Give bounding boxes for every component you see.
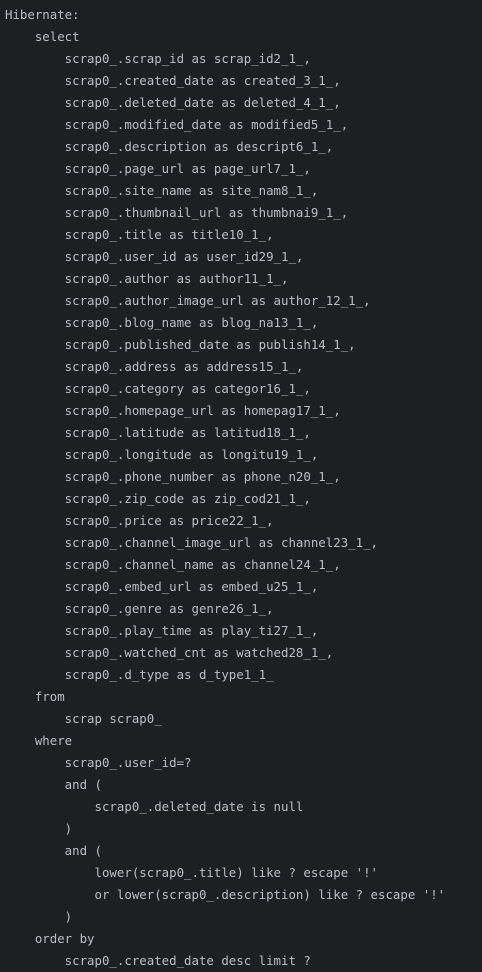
console-line: scrap0_.description as descript6_1_, [5, 139, 334, 154]
console-line: scrap0_.play_time as play_ti27_1_, [5, 623, 319, 638]
console-line: scrap0_.user_id as user_id29_1_, [5, 249, 304, 264]
console-line: where [5, 733, 73, 748]
console-line: scrap0_.deleted_date as deleted_4_1_, [5, 95, 341, 110]
console-line: scrap0_.title as title10_1_, [5, 227, 274, 242]
console-line: ) [5, 821, 80, 836]
console-line: and ( [5, 843, 102, 858]
console-line: Hibernate: [5, 7, 88, 22]
console-line: scrap0_.phone_number as phone_n20_1_, [5, 469, 341, 484]
console-line: scrap0_.scrap_id as scrap_id2_1_, [5, 51, 311, 66]
console-line: select [5, 29, 80, 44]
console-line: scrap0_.category as categor16_1_, [5, 381, 311, 396]
console-line: scrap0_.created_date as created_3_1_, [5, 73, 341, 88]
console-line: lower(scrap0_.title) like ? escape '!' [5, 865, 386, 880]
console-line: order by [5, 931, 95, 946]
console-line: and ( [5, 777, 102, 792]
console-line: scrap0_.channel_image_url as channel23_1… [5, 535, 378, 550]
console-line: scrap0_.author as author11_1_, [5, 271, 289, 286]
console-line: ) [5, 909, 80, 924]
console-output: Hibernate: select scrap0_.scrap_id as sc… [0, 0, 482, 970]
console-line: scrap0_.thumbnail_url as thumbnai9_1_, [5, 205, 349, 220]
console-line: scrap0_.deleted_date is null [5, 799, 304, 814]
console-line: scrap0_.modified_date as modified5_1_, [5, 117, 349, 132]
console-line: scrap0_.watched_cnt as watched28_1_, [5, 645, 334, 660]
console-line: scrap0_.genre as genre26_1_, [5, 601, 274, 616]
console-line: scrap0_.channel_name as channel24_1_, [5, 557, 341, 572]
console-line: scrap0_.user_id=? [5, 755, 199, 770]
console-line: from [5, 689, 65, 704]
console-line: scrap0_.d_type as d_type1_1_ [5, 667, 282, 682]
console-line: scrap0_.price as price22_1_, [5, 513, 274, 528]
console-line: scrap0_.homepage_url as homepag17_1_, [5, 403, 341, 418]
console-line: scrap0_.zip_code as zip_cod21_1_, [5, 491, 311, 506]
console-line: scrap0_.embed_url as embed_u25_1_, [5, 579, 319, 594]
console-line: scrap0_.created_date desc limit ? [5, 953, 311, 968]
console-line: scrap0_.author_image_url as author_12_1_… [5, 293, 371, 308]
console-line: scrap0_.address as address15_1_, [5, 359, 304, 374]
console-line: or lower(scrap0_.description) like ? esc… [5, 887, 446, 902]
console-line: scrap0_.published_date as publish14_1_, [5, 337, 356, 352]
console-line: scrap0_.page_url as page_url7_1_, [5, 161, 311, 176]
console-line: scrap0_.blog_name as blog_na13_1_, [5, 315, 319, 330]
console-line: scrap scrap0_ [5, 711, 170, 726]
console-line: scrap0_.site_name as site_nam8_1_, [5, 183, 319, 198]
console-line: scrap0_.longitude as longitu19_1_, [5, 447, 319, 462]
console-line: scrap0_.latitude as latitud18_1_, [5, 425, 311, 440]
